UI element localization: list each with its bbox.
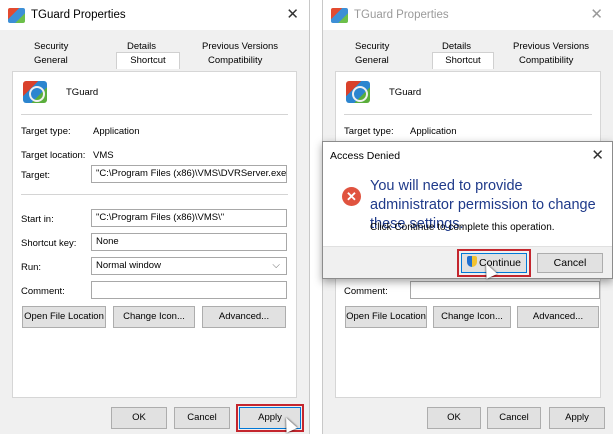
- comment-label: Comment:: [344, 286, 388, 297]
- comment-field[interactable]: [91, 281, 287, 299]
- app-icon: [331, 8, 348, 23]
- divider: [344, 114, 592, 115]
- comment-field[interactable]: [410, 281, 600, 299]
- advanced-button[interactable]: Advanced...: [202, 306, 286, 328]
- access-denied-dialog: Access Denied ✕ ✕ You will need to provi…: [322, 141, 613, 279]
- target-type-value: Application: [410, 126, 457, 137]
- close-icon[interactable]: ✕: [591, 146, 604, 164]
- ok-button[interactable]: OK: [111, 407, 167, 429]
- tab-compatibility[interactable]: Compatibility: [519, 53, 573, 69]
- tguard-app-icon: [23, 81, 47, 103]
- target-field[interactable]: "C:\Program Files (x86)\VMS\DVRServer.ex…: [91, 165, 287, 183]
- cancel-button[interactable]: Cancel: [487, 407, 541, 429]
- start-in-field[interactable]: "C:\Program Files (x86)\VMS\": [91, 209, 287, 227]
- open-file-location-button[interactable]: Open File Location: [22, 306, 106, 328]
- target-location-value: VMS: [93, 150, 114, 161]
- app-name: TGuard: [66, 87, 99, 98]
- target-type-label: Target type:: [21, 126, 71, 137]
- tab-strip: Security Details Previous Versions Gener…: [12, 36, 297, 70]
- popup-footer: Continue Cancel: [323, 246, 612, 278]
- divider: [21, 194, 288, 195]
- close-icon[interactable]: ✕: [286, 5, 299, 23]
- ok-button[interactable]: OK: [427, 407, 481, 429]
- cancel-button[interactable]: Cancel: [174, 407, 230, 429]
- change-icon-button[interactable]: Change Icon...: [433, 306, 511, 328]
- error-icon: ✕: [342, 187, 361, 206]
- titlebar: TGuard Properties ✕: [323, 0, 613, 30]
- divider: [21, 114, 288, 115]
- target-label: Target:: [21, 170, 51, 181]
- uac-shield-icon: [466, 256, 477, 267]
- tguard-properties-dialog: TGuard Properties ✕ Security Details Pre…: [0, 0, 310, 434]
- instruction-text: Click Continue to complete this operatio…: [370, 222, 555, 233]
- apply-button[interactable]: Apply: [549, 407, 605, 429]
- titlebar: TGuard Properties ✕: [0, 0, 309, 30]
- window-title: TGuard Properties: [31, 9, 126, 21]
- change-icon-button[interactable]: Change Icon...: [113, 306, 195, 328]
- start-in-label: Start in:: [21, 214, 54, 225]
- shortcut-key-field[interactable]: None: [91, 233, 287, 251]
- run-label: Run:: [21, 262, 42, 273]
- popup-title: Access Denied: [330, 150, 401, 162]
- tab-compatibility[interactable]: Compatibility: [208, 53, 262, 69]
- target-type-label: Target type:: [344, 126, 394, 137]
- app-name: TGuard: [389, 87, 422, 98]
- tab-general[interactable]: General: [355, 53, 389, 69]
- tab-strip: Security Details Previous Versions Gener…: [335, 36, 601, 70]
- open-file-location-button[interactable]: Open File Location: [345, 306, 427, 328]
- comment-label: Comment:: [21, 286, 65, 297]
- chevron-down-icon: ⌵: [272, 260, 280, 271]
- target-type-value: Application: [93, 126, 140, 137]
- tab-shortcut[interactable]: Shortcut: [116, 52, 180, 69]
- tab-general[interactable]: General: [34, 53, 68, 69]
- run-select[interactable]: Normal window ⌵: [91, 257, 287, 275]
- window-title: TGuard Properties: [354, 9, 449, 21]
- run-select-value: Normal window: [96, 260, 161, 271]
- shortcut-panel: TGuard Target type: Application Target l…: [12, 71, 297, 398]
- tguard-app-icon: [346, 81, 370, 103]
- advanced-button[interactable]: Advanced...: [517, 306, 599, 328]
- tab-shortcut[interactable]: Shortcut: [432, 52, 494, 69]
- cancel-button[interactable]: Cancel: [537, 253, 603, 273]
- close-icon[interactable]: ✕: [590, 5, 603, 23]
- target-location-label: Target location:: [21, 150, 86, 161]
- shortcut-key-label: Shortcut key:: [21, 238, 77, 249]
- app-icon: [8, 8, 25, 23]
- separator: [310, 0, 322, 434]
